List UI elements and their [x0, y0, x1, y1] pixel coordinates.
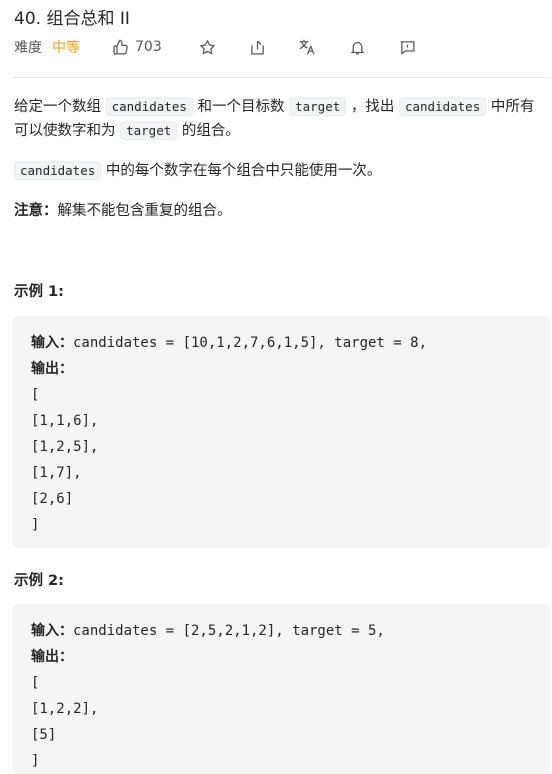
- example-heading: 示例 2:: [14, 573, 64, 589]
- input-value: candidates = [10,1,2,7,6,1,5], target = …: [73, 335, 428, 351]
- input-value: candidates = [2,5,2,1,2], target = 5,: [73, 623, 385, 639]
- description-paragraph: 给定一个数组 candidates 和一个目标数 target ，找出 cand…: [14, 95, 544, 143]
- desc-text: 的组合。: [181, 123, 240, 139]
- code-target: target: [120, 121, 178, 140]
- output-line: ]: [31, 753, 40, 769]
- note-label: 注意：: [14, 203, 58, 219]
- output-line: [: [31, 675, 40, 691]
- notification-button[interactable]: [348, 38, 366, 56]
- thumbs-up-icon: [113, 39, 128, 55]
- example-heading: 示例 1:: [14, 284, 64, 300]
- share-button[interactable]: [248, 38, 266, 56]
- constraint-paragraph: candidates 中的每个数字在每个组合中只能使用一次。: [14, 159, 544, 183]
- desc-text: 和一个目标数: [197, 99, 285, 115]
- output-line: [5]: [31, 727, 57, 743]
- output-line: [2,6]: [31, 491, 74, 507]
- star-icon: [199, 39, 215, 54]
- bell-icon: [350, 41, 364, 55]
- note-text: 解集不能包含重复的组合。: [57, 203, 232, 219]
- translate-icon: [299, 39, 315, 55]
- difficulty-badge: 中等: [52, 40, 80, 56]
- desc-text: ，找出: [350, 99, 395, 115]
- output-line: [1,2,2],: [31, 701, 99, 717]
- input-label: 输入：: [31, 623, 73, 639]
- output-label: 输出：: [31, 649, 73, 665]
- favorite-button[interactable]: [198, 38, 216, 56]
- translate-button[interactable]: [298, 38, 316, 56]
- output-label: 输出：: [31, 361, 73, 377]
- problem-meta: 难度 中等 703: [14, 36, 162, 58]
- code-candidates: candidates: [398, 97, 487, 116]
- like-count: 703: [135, 39, 162, 55]
- code-candidates: candidates: [105, 97, 193, 116]
- output-line: [1,2,5],: [31, 439, 99, 455]
- desc-text: 中的每个数字在每个组合中只能使用一次。: [105, 163, 382, 179]
- problem-name: 组合总和 II: [46, 9, 130, 29]
- like-button[interactable]: 703: [112, 39, 162, 56]
- code-candidates: candidates: [14, 161, 102, 180]
- example-block: 输入：candidates = [2,5,2,1,2], target = 5,…: [13, 604, 550, 774]
- output-line: [1,7],: [31, 465, 82, 481]
- output-line: [: [31, 387, 40, 403]
- output-line: [1,1,6],: [31, 413, 99, 429]
- desc-text: 给定一个数组: [14, 99, 101, 115]
- share-icon: [250, 40, 264, 55]
- difficulty-label: 难度: [14, 40, 42, 56]
- problem-number: 40.: [14, 9, 42, 29]
- feedback-button[interactable]: [398, 38, 416, 56]
- problem-title: 40. 组合总和 II: [14, 4, 130, 29]
- note-paragraph: 注意：解集不能包含重复的组合。: [14, 199, 544, 223]
- input-label: 输入：: [31, 335, 73, 351]
- code-target: target: [289, 97, 347, 116]
- example-block: 输入：candidates = [10,1,2,7,6,1,5], target…: [13, 316, 550, 548]
- header-divider: [13, 77, 550, 78]
- feedback-icon: [399, 40, 415, 55]
- output-line: ]: [31, 517, 40, 533]
